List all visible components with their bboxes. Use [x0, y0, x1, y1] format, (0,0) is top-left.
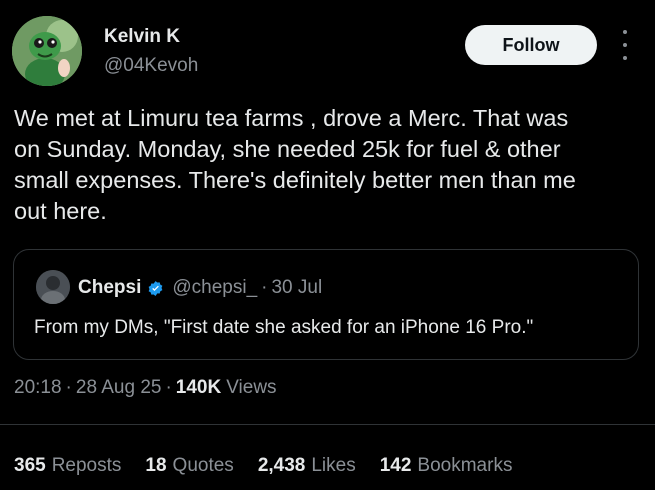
- quoted-tweet-card[interactable]: Chepsi @chepsi_ · 30 Jul From my DMs, "F…: [13, 249, 639, 360]
- separator-dot: ·: [65, 377, 72, 398]
- more-options-icon[interactable]: [618, 30, 632, 60]
- separator-dot: ·: [261, 277, 268, 298]
- quote-author-avatar[interactable]: [36, 270, 70, 304]
- bookmarks-count: 142: [379, 455, 412, 476]
- author-name[interactable]: Kelvin K: [104, 26, 180, 48]
- bookmarks-stat[interactable]: 142 Bookmarks: [380, 455, 513, 477]
- tweet-meta: 20:18 · 28 Aug 25 · 140K Views: [14, 377, 277, 399]
- reposts-count: 365: [14, 455, 46, 476]
- reposts-label: Reposts: [51, 455, 122, 476]
- views-label: Views: [226, 377, 277, 398]
- quote-text: From my DMs, "First date she asked for a…: [34, 317, 534, 338]
- views-count: 140K: [175, 377, 222, 398]
- divider: [0, 424, 655, 425]
- quote-author-name[interactable]: Chepsi: [78, 277, 141, 299]
- follow-button[interactable]: Follow: [465, 25, 597, 65]
- reposts-stat[interactable]: 365 Reposts: [14, 455, 121, 477]
- likes-label: Likes: [311, 455, 356, 476]
- author-avatar[interactable]: [12, 16, 82, 86]
- verified-badge-icon: [148, 280, 163, 296]
- tweet-date[interactable]: 28 Aug 25: [76, 377, 162, 399]
- avatar-image: [12, 16, 82, 86]
- author-handle[interactable]: @04Kevoh: [104, 55, 198, 77]
- tweet-text: We met at Limuru tea farms , drove a Mer…: [14, 105, 576, 224]
- quote-header: Chepsi @chepsi_ · 30 Jul: [78, 277, 322, 299]
- likes-stat[interactable]: 2,438 Likes: [258, 455, 356, 477]
- engagement-stats: 365 Reposts 18 Quotes 2,438 Likes 142 Bo…: [14, 455, 512, 477]
- quotes-count: 18: [145, 455, 167, 476]
- quote-avatar-image: [36, 270, 70, 304]
- quote-date[interactable]: 30 Jul: [271, 277, 322, 299]
- quotes-label: Quotes: [172, 455, 234, 476]
- quotes-stat[interactable]: 18 Quotes: [145, 455, 233, 477]
- tweet-time[interactable]: 20:18: [14, 377, 62, 399]
- separator-dot: ·: [165, 377, 172, 398]
- bookmarks-label: Bookmarks: [417, 455, 513, 476]
- quote-author-handle[interactable]: @chepsi_: [172, 277, 257, 299]
- likes-count: 2,438: [257, 455, 306, 476]
